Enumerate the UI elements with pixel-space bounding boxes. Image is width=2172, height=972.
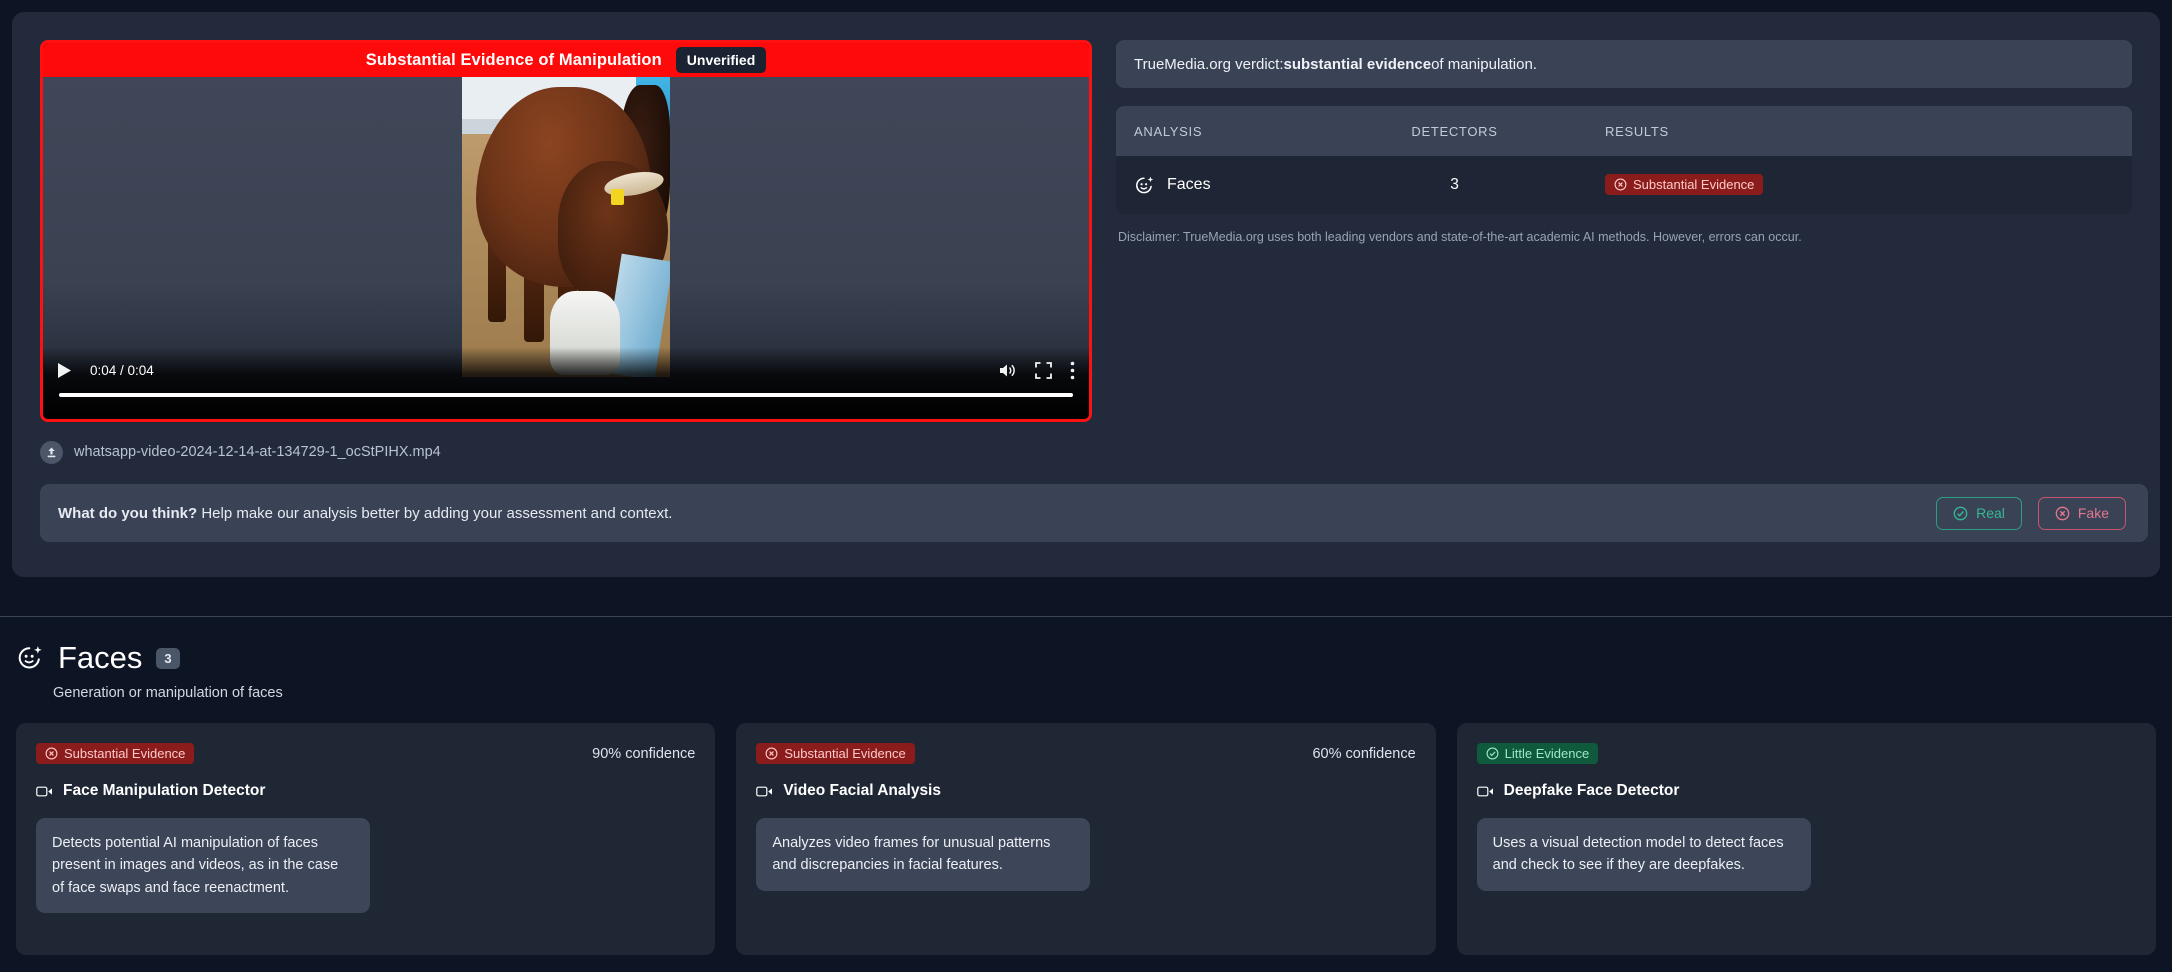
vote-real-label: Real <box>1976 505 2005 521</box>
faces-section-header: Faces 3 Generation or manipulation of fa… <box>0 640 2172 701</box>
x-circle-icon <box>1614 178 1627 191</box>
row-analysis-label: Faces <box>1167 176 1211 193</box>
status-badge-label: Little Evidence <box>1504 746 1590 761</box>
row-analysis-cell: Faces <box>1134 175 1382 196</box>
detector-description: Analyzes video frames for unusual patter… <box>756 818 1091 891</box>
media-column: Substantial Evidence of Manipulation Unv… <box>12 12 2148 577</box>
faces-subtitle: Generation or manipulation of faces <box>53 685 283 701</box>
feedback-bar: What do you think? Help make our analysi… <box>40 484 2148 542</box>
filename-row: whatsapp-video-2024-12-14-at-134729-1_oc… <box>40 440 1102 464</box>
check-circle-icon <box>1953 506 1968 521</box>
video-stage[interactable]: 0:04 / 0:04 <box>43 77 1089 419</box>
status-badge: Little Evidence <box>1476 743 1599 764</box>
faces-section: Faces 3 Generation or manipulation of fa… <box>0 640 2172 955</box>
detector-name: Face Manipulation Detector <box>63 782 266 799</box>
vote-fake-label: Fake <box>2077 505 2109 521</box>
feedback-prompt-bold: What do you think? <box>58 504 198 522</box>
row-results-cell: Substantial Evidence <box>1527 174 2114 196</box>
feedback-prompt: What do you think? Help make our analysi… <box>58 505 672 522</box>
detector-card[interactable]: Little Evidence Deepfake Face Detector U… <box>1456 723 2156 955</box>
faces-count-badge: 3 <box>156 647 180 669</box>
section-divider <box>0 616 2172 617</box>
banner-title: Substantial Evidence of Manipulation <box>365 50 662 69</box>
detector-name: Video Facial Analysis <box>783 782 941 799</box>
x-circle-icon <box>2055 506 2070 521</box>
column-header-detectors: DETECTORS <box>1411 123 1498 139</box>
play-icon[interactable] <box>57 362 72 379</box>
status-badge-label: Substantial Evidence <box>1633 177 1755 192</box>
fullscreen-icon[interactable] <box>1035 361 1052 379</box>
status-badge: Substantial Evidence <box>1605 174 1764 195</box>
video-card: Substantial Evidence of Manipulation Unv… <box>40 40 1092 422</box>
face-sparkle-icon <box>1134 175 1155 196</box>
detector-card[interactable]: Substantial Evidence 90% confidence Face… <box>16 723 716 955</box>
row-detectors-count: 3 <box>1450 176 1459 193</box>
video-camera-icon <box>36 785 53 798</box>
video-progress-bar[interactable] <box>59 393 1073 397</box>
results-table: ANALYSIS DETECTORS RESULTS Faces 3 Subst… <box>1116 106 2132 214</box>
check-circle-icon <box>1486 747 1499 760</box>
confidence-label: 60% confidence <box>1312 745 1416 762</box>
results-table-header: ANALYSIS DETECTORS RESULTS <box>1116 106 2132 156</box>
detector-cards-row: Substantial Evidence 90% confidence Face… <box>0 723 2172 955</box>
verdict-suffix: of manipulation. <box>1431 55 1537 73</box>
confidence-label: 90% confidence <box>592 745 696 762</box>
vote-fake-button[interactable]: Fake <box>2037 496 2126 530</box>
detector-card[interactable]: Substantial Evidence 60% confidence Vide… <box>736 723 1436 955</box>
filename-text[interactable]: whatsapp-video-2024-12-14-at-134729-1_oc… <box>74 444 441 460</box>
unverified-badge: Unverified <box>675 47 767 73</box>
video-time-display: 0:04 / 0:04 <box>90 362 154 378</box>
detector-description: Detects potential AI manipulation of fac… <box>36 818 370 914</box>
video-camera-icon <box>756 785 773 798</box>
detector-description: Uses a visual detection model to detect … <box>1476 818 1811 891</box>
volume-icon[interactable] <box>998 362 1017 379</box>
analysis-top-panel: Substantial Evidence of Manipulation Unv… <box>12 12 2160 577</box>
more-options-icon[interactable] <box>1070 361 1075 380</box>
video-frame <box>462 77 670 377</box>
status-badge: Substantial Evidence <box>36 743 195 764</box>
manipulation-banner: Substantial Evidence of Manipulation Unv… <box>43 43 1089 77</box>
column-header-analysis: ANALYSIS <box>1134 123 1203 139</box>
verdict-emphasis: substantial evidence <box>1283 55 1432 73</box>
disclaimer-text: Disclaimer: TrueMedia.org uses both lead… <box>1118 230 1802 244</box>
verdict-bar: TrueMedia.org verdict: substantial evide… <box>1116 40 2132 88</box>
status-badge-label: Substantial Evidence <box>784 746 906 761</box>
page-title: Faces <box>58 640 143 675</box>
table-row[interactable]: Faces 3 Substantial Evidence <box>1116 156 2132 214</box>
x-circle-icon <box>45 747 58 760</box>
feedback-prompt-rest: Help make our analysis better by adding … <box>197 504 673 522</box>
video-controls: 0:04 / 0:04 <box>43 347 1089 419</box>
column-header-results: RESULTS <box>1605 123 1669 139</box>
video-camera-icon <box>1476 785 1494 798</box>
detector-name: Deepfake Face Detector <box>1503 782 1680 799</box>
x-circle-icon <box>765 747 778 760</box>
analysis-page: Substantial Evidence of Manipulation Unv… <box>0 0 2172 972</box>
upload-icon <box>40 440 63 464</box>
vote-real-button[interactable]: Real <box>1936 496 2022 530</box>
status-badge: Substantial Evidence <box>756 743 915 764</box>
status-badge-label: Substantial Evidence <box>64 746 186 761</box>
face-sparkle-icon <box>16 644 44 672</box>
verdict-prefix: TrueMedia.org verdict: <box>1134 55 1284 73</box>
